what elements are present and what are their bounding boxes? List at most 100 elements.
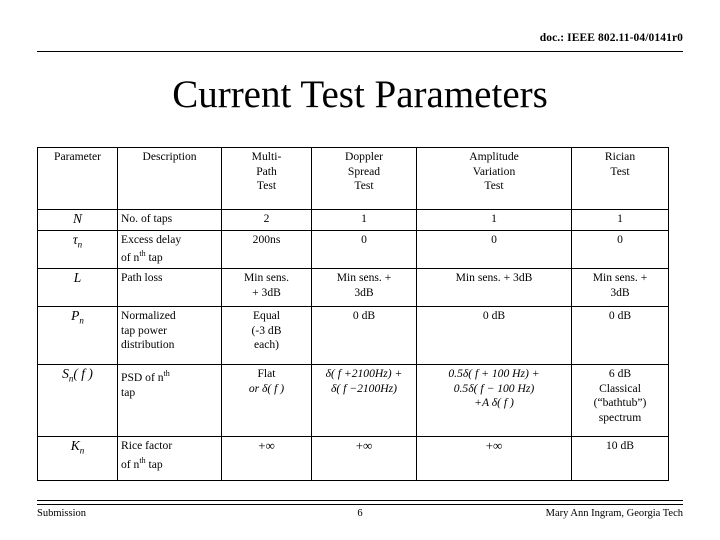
- row-symbol-Kn: Kn: [37, 436, 118, 482]
- row-multipath-Sn: Flat or δ( f ): [221, 364, 312, 438]
- value-line4: spectrum: [598, 410, 642, 424]
- row-rician-Kn: 10 dB: [571, 436, 669, 482]
- header-divider: [37, 51, 683, 52]
- header-label-parameter: Parameter: [54, 150, 101, 163]
- row-doppler-P: 0 dB: [311, 306, 417, 366]
- header-label-multipath-line1: Multi-: [251, 150, 282, 163]
- header-label-multipath-line3: Test: [256, 179, 277, 192]
- value-line2: δ( f −2100Hz): [330, 381, 398, 395]
- table-row: τn Excess delay of nth tap 200ns 0 0 0: [37, 229, 669, 270]
- header-label-amplitude-line2: Variation: [472, 164, 516, 178]
- footer-divider-bottom: [37, 504, 683, 505]
- description-text: Path loss: [121, 271, 163, 285]
- value-line1: 0.5δ( f + 100 Hz) +: [448, 367, 540, 381]
- row-description-Sn: PSD of nth tap: [117, 364, 222, 438]
- value-line1: Min sens. +: [592, 271, 648, 285]
- value-text: 10 dB: [605, 439, 635, 453]
- value-line1: Equal: [252, 309, 281, 323]
- value-text: 0: [361, 232, 367, 246]
- header-cell-amplitude: Amplitude Variation Test: [416, 147, 572, 210]
- row-description-P: Normalized tap power distribution: [117, 306, 222, 366]
- description-line2: tap: [121, 385, 136, 399]
- value-text: 2: [263, 212, 270, 225]
- value-line1: δ( f +2100Hz) +: [325, 367, 403, 381]
- header-cell-multipath: Multi- Path Test: [221, 147, 312, 210]
- row-doppler-Sn: δ( f +2100Hz) + δ( f −2100Hz): [311, 364, 417, 438]
- description-line2: of nth tap: [121, 249, 163, 264]
- symbol-glyph: L: [73, 270, 82, 286]
- value-text: 0 dB: [482, 309, 506, 323]
- row-multipath-P: Equal (-3 dB each): [221, 306, 312, 366]
- header-label-doppler-line3: Test: [354, 179, 374, 192]
- value-text: 0: [491, 232, 497, 246]
- description-line2: of nth tap: [121, 455, 163, 471]
- row-amplitude-Kn: +∞: [416, 436, 572, 482]
- row-amplitude-L: Min sens. + 3dB: [416, 268, 572, 308]
- header-cell-doppler: Doppler Spread Test: [311, 147, 417, 210]
- symbol-argument: ( f ): [73, 366, 93, 382]
- row-doppler-tau: 0: [311, 229, 417, 270]
- header-cell-rician: Rician Test: [571, 147, 669, 210]
- value-line2: + 3dB: [252, 285, 281, 299]
- header-cell-parameter: Parameter: [37, 147, 118, 210]
- symbol-glyph: K: [70, 438, 80, 454]
- symbol-subscript: n: [77, 239, 83, 250]
- row-description-L: Path loss: [117, 268, 222, 308]
- table-row: Kn Rice factor of nth tap +∞ +∞ +∞ 10 dB: [37, 436, 669, 482]
- value-text: 1: [361, 212, 367, 225]
- description-text: No. of taps: [121, 212, 173, 225]
- symbol-subscript: n: [79, 316, 84, 327]
- document-footer: Submission 6 Mary Ann Ingram, Georgia Te…: [37, 500, 683, 530]
- value-text: 1: [617, 212, 623, 225]
- header-label-multipath-line2: Path: [256, 164, 277, 178]
- row-rician-N: 1: [571, 209, 669, 231]
- value-text: 0 dB: [608, 309, 632, 323]
- description-line1: Normalized: [121, 309, 176, 323]
- value-line1: Flat: [257, 367, 276, 381]
- row-rician-P: 0 dB: [571, 306, 669, 366]
- value-line2: 3dB: [354, 285, 374, 299]
- value-text: 0 dB: [352, 309, 376, 323]
- ordinal-suffix: th: [163, 369, 170, 379]
- row-rician-L: Min sens. + 3dB: [571, 268, 669, 308]
- row-symbol-L: L: [37, 268, 118, 308]
- row-multipath-tau: 200ns: [221, 229, 312, 270]
- header-cell-description: Description: [117, 147, 222, 210]
- description-line1: Rice factor: [121, 439, 173, 453]
- header-label-rician-line2: Test: [610, 164, 630, 178]
- test-parameters-table: Parameter Description Multi- Path Test D…: [37, 147, 669, 482]
- table-row: Pn Normalized tap power distribution Equ…: [37, 306, 669, 366]
- row-multipath-N: 2: [221, 209, 312, 231]
- value-line3: +A δ( f ): [474, 396, 514, 410]
- table-row: N No. of taps 2 1 1 1: [37, 209, 669, 231]
- description-line1: Excess delay: [121, 232, 182, 246]
- value-line2: Classical: [599, 381, 641, 395]
- value-line1: Min sens. +: [336, 271, 392, 285]
- value-line2: or δ( f ): [248, 381, 285, 395]
- document-header: doc.: IEEE 802.11-04/0141r0: [37, 32, 683, 54]
- table-row: L Path loss Min sens. + 3dB Min sens. + …: [37, 268, 669, 308]
- row-multipath-Kn: +∞: [221, 436, 312, 482]
- value-line1: 6 dB: [608, 367, 632, 381]
- symbol-glyph: N: [72, 211, 82, 226]
- symbol-subscript: n: [79, 446, 85, 457]
- value-line2: 0.5δ( f − 100 Hz): [453, 381, 535, 395]
- value-line2: 3dB: [610, 285, 630, 299]
- value-text: 0: [617, 232, 623, 246]
- value-text: +∞: [485, 438, 503, 454]
- document-id-text: doc.: IEEE 802.11-04/0141r0: [539, 32, 683, 44]
- value-text: Min sens. + 3dB: [455, 271, 533, 285]
- description-line2: tap power: [121, 323, 168, 337]
- row-rician-Sn: 6 dB Classical (“bathtub”) spectrum: [571, 364, 669, 438]
- value-text: +∞: [258, 438, 275, 454]
- row-rician-tau: 0: [571, 229, 669, 270]
- footer-author-label: Mary Ann Ingram, Georgia Tech: [545, 508, 683, 519]
- value-text: +∞: [355, 438, 373, 454]
- value-line3: each): [253, 338, 280, 352]
- row-multipath-L: Min sens. + 3dB: [221, 268, 312, 308]
- header-label-amplitude-line1: Amplitude: [469, 150, 519, 163]
- table-row: Sn( f ) PSD of nth tap Flat or δ( f ) δ(…: [37, 364, 669, 438]
- page-title: Current Test Parameters: [172, 73, 548, 116]
- row-amplitude-Sn: 0.5δ( f + 100 Hz) + 0.5δ( f − 100 Hz) +A…: [416, 364, 572, 438]
- row-amplitude-N: 1: [416, 209, 572, 231]
